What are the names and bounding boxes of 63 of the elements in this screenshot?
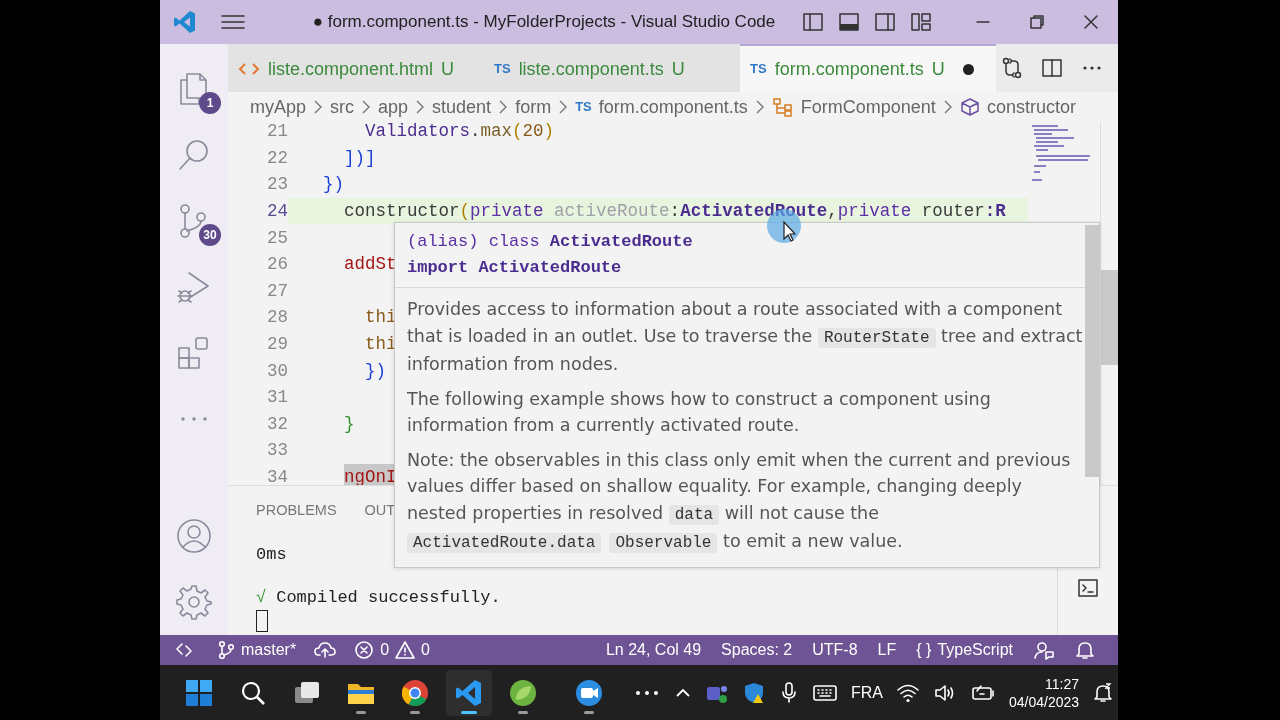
file-type-label: TS <box>494 60 511 79</box>
clock-time[interactable]: 11:27 <box>1009 674 1080 693</box>
code-line: ])] <box>344 146 376 170</box>
line-number: 34 <box>266 465 288 485</box>
line-number: 32 <box>266 412 288 436</box>
status-item[interactable]: LF <box>868 635 906 665</box>
line-number: 30 <box>266 359 288 383</box>
clock-date[interactable]: 04/04/2023 <box>1009 692 1080 711</box>
code-line: Validators.max(20) <box>365 122 555 144</box>
line-number: 27 <box>266 279 288 303</box>
count-badge: 30 <box>199 224 221 246</box>
doc-paragraph: Note: the observables in this class only emit when the current and previous values differ based on shallow equality. For example, changing deeply nested properties in resolved data will not cause the ActivatedRoute.data Observable to emit a new value. <box>407 448 1072 555</box>
git-status: U <box>671 57 685 81</box>
breadcrumb-item[interactable]: form <box>515 93 552 121</box>
terminal-output: Compiled successfully. <box>276 587 501 610</box>
status-item[interactable]: UTF-8 <box>803 635 867 665</box>
git-status: U <box>441 57 455 81</box>
line-number: 26 <box>266 253 288 277</box>
editor-tab[interactable]: TS form.component.ts U <box>740 44 996 92</box>
editor-tab[interactable]: liste.component.html U <box>228 44 484 92</box>
status-item[interactable]: Spaces: 2 <box>712 635 802 665</box>
doc-paragraph: The following example shows how to construct a component using information from a currently activated route. <box>407 387 992 437</box>
line-number: 31 <box>266 386 288 410</box>
line-number: 22 <box>266 146 288 170</box>
line-number: 28 <box>266 306 288 330</box>
panel-tab[interactable]: OUT <box>364 500 396 526</box>
code-line: addSt <box>344 253 397 277</box>
code-line: thi <box>365 306 397 330</box>
breadcrumb-item[interactable]: myApp <box>250 93 307 121</box>
breadcrumb-item[interactable]: FormComponent <box>800 93 936 121</box>
count-badge: 1 <box>199 92 221 114</box>
type-signature: (alias) class ActivatedRoute <box>407 231 694 253</box>
problems-button[interactable]: 0 0 <box>345 635 439 665</box>
breadcrumb-item[interactable]: app <box>378 93 409 121</box>
type-signature: import ActivatedRoute <box>407 257 623 279</box>
code-line: thi <box>365 332 397 356</box>
line-number: 23 <box>266 173 288 197</box>
status-item[interactable]: Ln 24, Col 49 <box>596 635 711 665</box>
code-line: }) <box>323 173 344 197</box>
language-button[interactable]: { } TypeScript <box>907 635 1022 665</box>
code-line: }) <box>365 359 387 383</box>
breadcrumb-item[interactable]: student <box>432 93 492 121</box>
input-language[interactable]: FRA <box>851 680 883 705</box>
line-number: 29 <box>266 332 288 356</box>
branch-button[interactable]: master* <box>208 635 306 665</box>
file-type-label: TS <box>750 60 767 79</box>
line-number: 21 <box>266 122 288 144</box>
line-number: 25 <box>266 226 288 250</box>
breadcrumb-item[interactable]: src <box>330 93 355 121</box>
code-line: constructor(private activeRoute:ActivatedRoute,private router:R <box>344 199 1006 223</box>
editor-tab[interactable]: TS liste.component.ts U <box>484 44 740 92</box>
line-number: 33 <box>266 439 288 463</box>
doc-paragraph: Provides access to information about a route associated with a component that is loaded in an outlet. Use to traverse the RouterState tree and extract information from nodes. <box>407 298 1084 376</box>
line-number: 24 <box>266 199 288 223</box>
panel-tab[interactable]: PROBLEMS <box>256 500 337 526</box>
git-status: U <box>931 57 945 81</box>
code-line: } <box>344 412 355 436</box>
breadcrumb-item[interactable]: form.component.ts <box>598 93 748 121</box>
check-mark: √ <box>256 587 267 610</box>
terminal-output: 0ms <box>256 544 287 566</box>
breadcrumb-item[interactable]: constructor <box>986 93 1076 121</box>
window-title: ● form.component.ts - MyFolderProjects - Visual Studio Code <box>311 11 777 34</box>
file-type-label: TS <box>575 98 592 117</box>
